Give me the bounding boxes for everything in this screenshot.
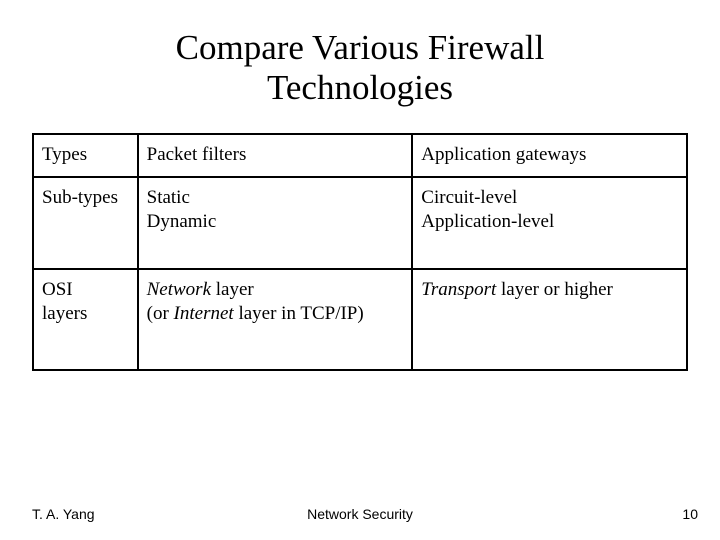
text: Circuit-level	[421, 187, 517, 208]
table-wrapper: Types Packet filters Application gateway…	[0, 127, 720, 372]
text: layer or higher	[496, 279, 613, 300]
footer: T. A. Yang Network Security 10	[0, 502, 720, 522]
cell-subtypes-label: Sub-types	[33, 177, 138, 269]
cell-packet-filters: Packet filters	[138, 134, 413, 178]
cell-types-label: Types	[33, 134, 138, 178]
slide-title: Compare Various Firewall Technologies	[0, 0, 720, 127]
cell-osi-packet: Network layer (or Internet layer in TCP/…	[138, 269, 413, 371]
cell-osi-appgw: Transport layer or higher	[412, 269, 687, 371]
text: layers	[42, 303, 87, 324]
text: Static	[147, 187, 190, 208]
footer-center: Network Security	[0, 506, 720, 522]
slide: Compare Various Firewall Technologies Ty…	[0, 0, 720, 540]
cell-subtypes-appgw: Circuit-level Application-level	[412, 177, 687, 269]
cell-application-gateways: Application gateways	[412, 134, 687, 178]
title-line-1: Compare Various Firewall	[176, 28, 545, 67]
text: Sub-types	[42, 187, 118, 208]
text: layer	[211, 279, 254, 300]
italic-text: Internet	[174, 303, 234, 324]
text: Application gateways	[421, 144, 586, 165]
cell-osi-label: OSI layers	[33, 269, 138, 371]
italic-text: Network	[147, 279, 211, 300]
footer-page-number: 10	[682, 506, 698, 522]
table-row: Types Packet filters Application gateway…	[33, 134, 687, 178]
text: OSI	[42, 279, 73, 300]
text: Application-level	[421, 211, 554, 232]
table-row: OSI layers Network layer (or Internet la…	[33, 269, 687, 371]
text: Packet filters	[147, 144, 247, 165]
text: layer in TCP/IP)	[234, 303, 364, 324]
cell-subtypes-packet: Static Dynamic	[138, 177, 413, 269]
table-row: Sub-types Static Dynamic Circuit-level A…	[33, 177, 687, 269]
text: Types	[42, 144, 87, 165]
text: Dynamic	[147, 211, 217, 232]
text: (or	[147, 303, 174, 324]
comparison-table: Types Packet filters Application gateway…	[32, 133, 688, 372]
title-line-2: Technologies	[267, 68, 453, 107]
italic-text: Transport	[421, 279, 496, 300]
